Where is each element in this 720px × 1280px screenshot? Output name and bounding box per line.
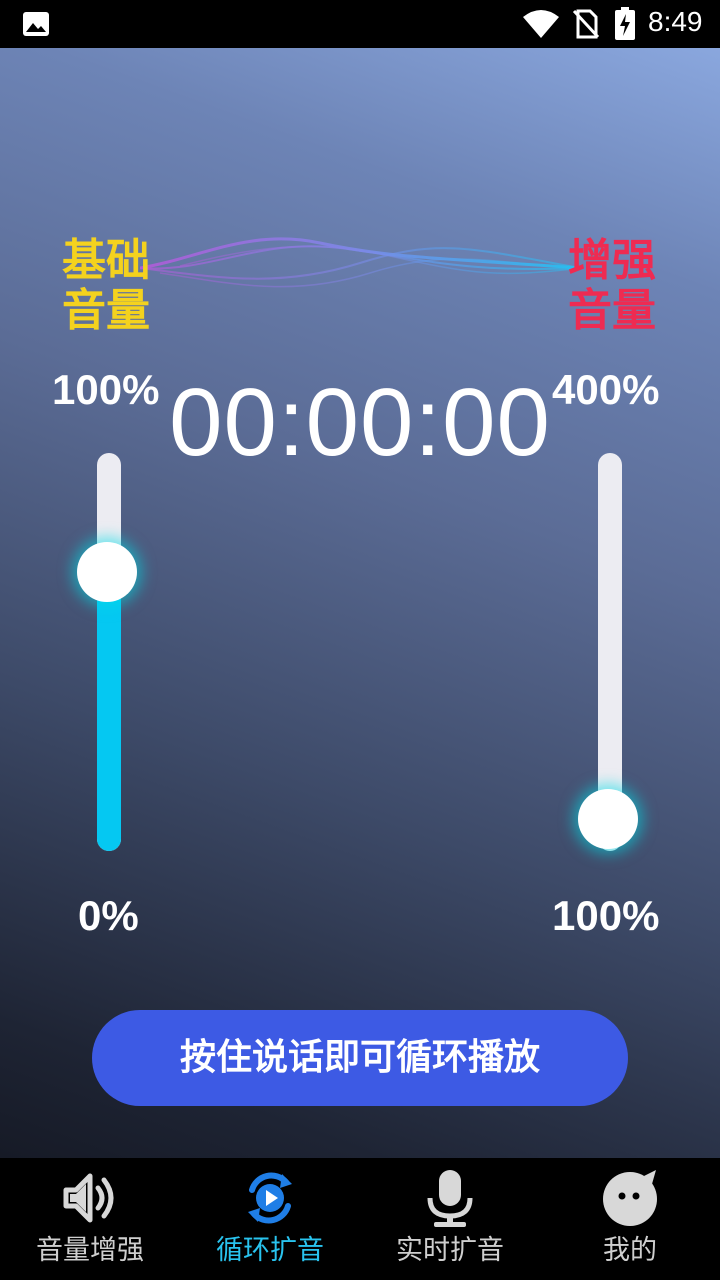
nav-item-loop-amplify[interactable]: 循环扩音 (180, 1158, 360, 1280)
timer-display: 00:00:00 (169, 369, 551, 476)
no-sim-icon (572, 9, 600, 39)
nav-label-realtime-amplify: 实时扩音 (396, 1235, 504, 1266)
loop-play-icon (248, 1172, 292, 1224)
sound-wave-decoration (140, 237, 580, 288)
status-clock: 8:49 (648, 6, 703, 37)
nav-label-volume-boost: 音量增强 (36, 1235, 144, 1266)
battery-charging-icon (615, 7, 635, 40)
main-panel: 基础 音量 增强 音量 100% 400% 00:00:00 0% 100% 按… (0, 48, 720, 1158)
bottom-nav: 音量增强 循环扩音 实时扩音 我的 (0, 1158, 720, 1280)
base-volume-label: 基础 音量 (62, 235, 150, 336)
hold-to-talk-button[interactable]: 按住说话即可循环播放 (92, 1010, 628, 1106)
nav-item-volume-boost[interactable]: 音量增强 (0, 1158, 180, 1280)
right-slider-min-label: 100% (552, 892, 660, 939)
speaker-volume-icon (63, 1173, 114, 1223)
status-bar: 8:49 (0, 0, 720, 48)
profile-face-icon (603, 1170, 657, 1226)
left-slider-max-label: 100% (52, 366, 160, 413)
nav-item-mine[interactable]: 我的 (540, 1158, 720, 1280)
nav-label-mine: 我的 (603, 1235, 657, 1266)
nav-item-realtime-amplify[interactable]: 实时扩音 (360, 1158, 540, 1280)
microphone-icon (427, 1170, 473, 1227)
gallery-icon (23, 12, 49, 36)
boost-volume-label: 增强 音量 (568, 235, 656, 336)
base-volume-slider[interactable] (97, 453, 121, 851)
base-volume-fill (97, 572, 121, 851)
left-slider-min-label: 0% (78, 892, 139, 939)
boost-volume-thumb[interactable] (578, 789, 638, 850)
wifi-icon (523, 10, 559, 38)
nav-label-loop-amplify: 循环扩音 (216, 1235, 324, 1266)
base-volume-thumb[interactable] (77, 542, 137, 603)
right-slider-max-label: 400% (552, 366, 660, 413)
